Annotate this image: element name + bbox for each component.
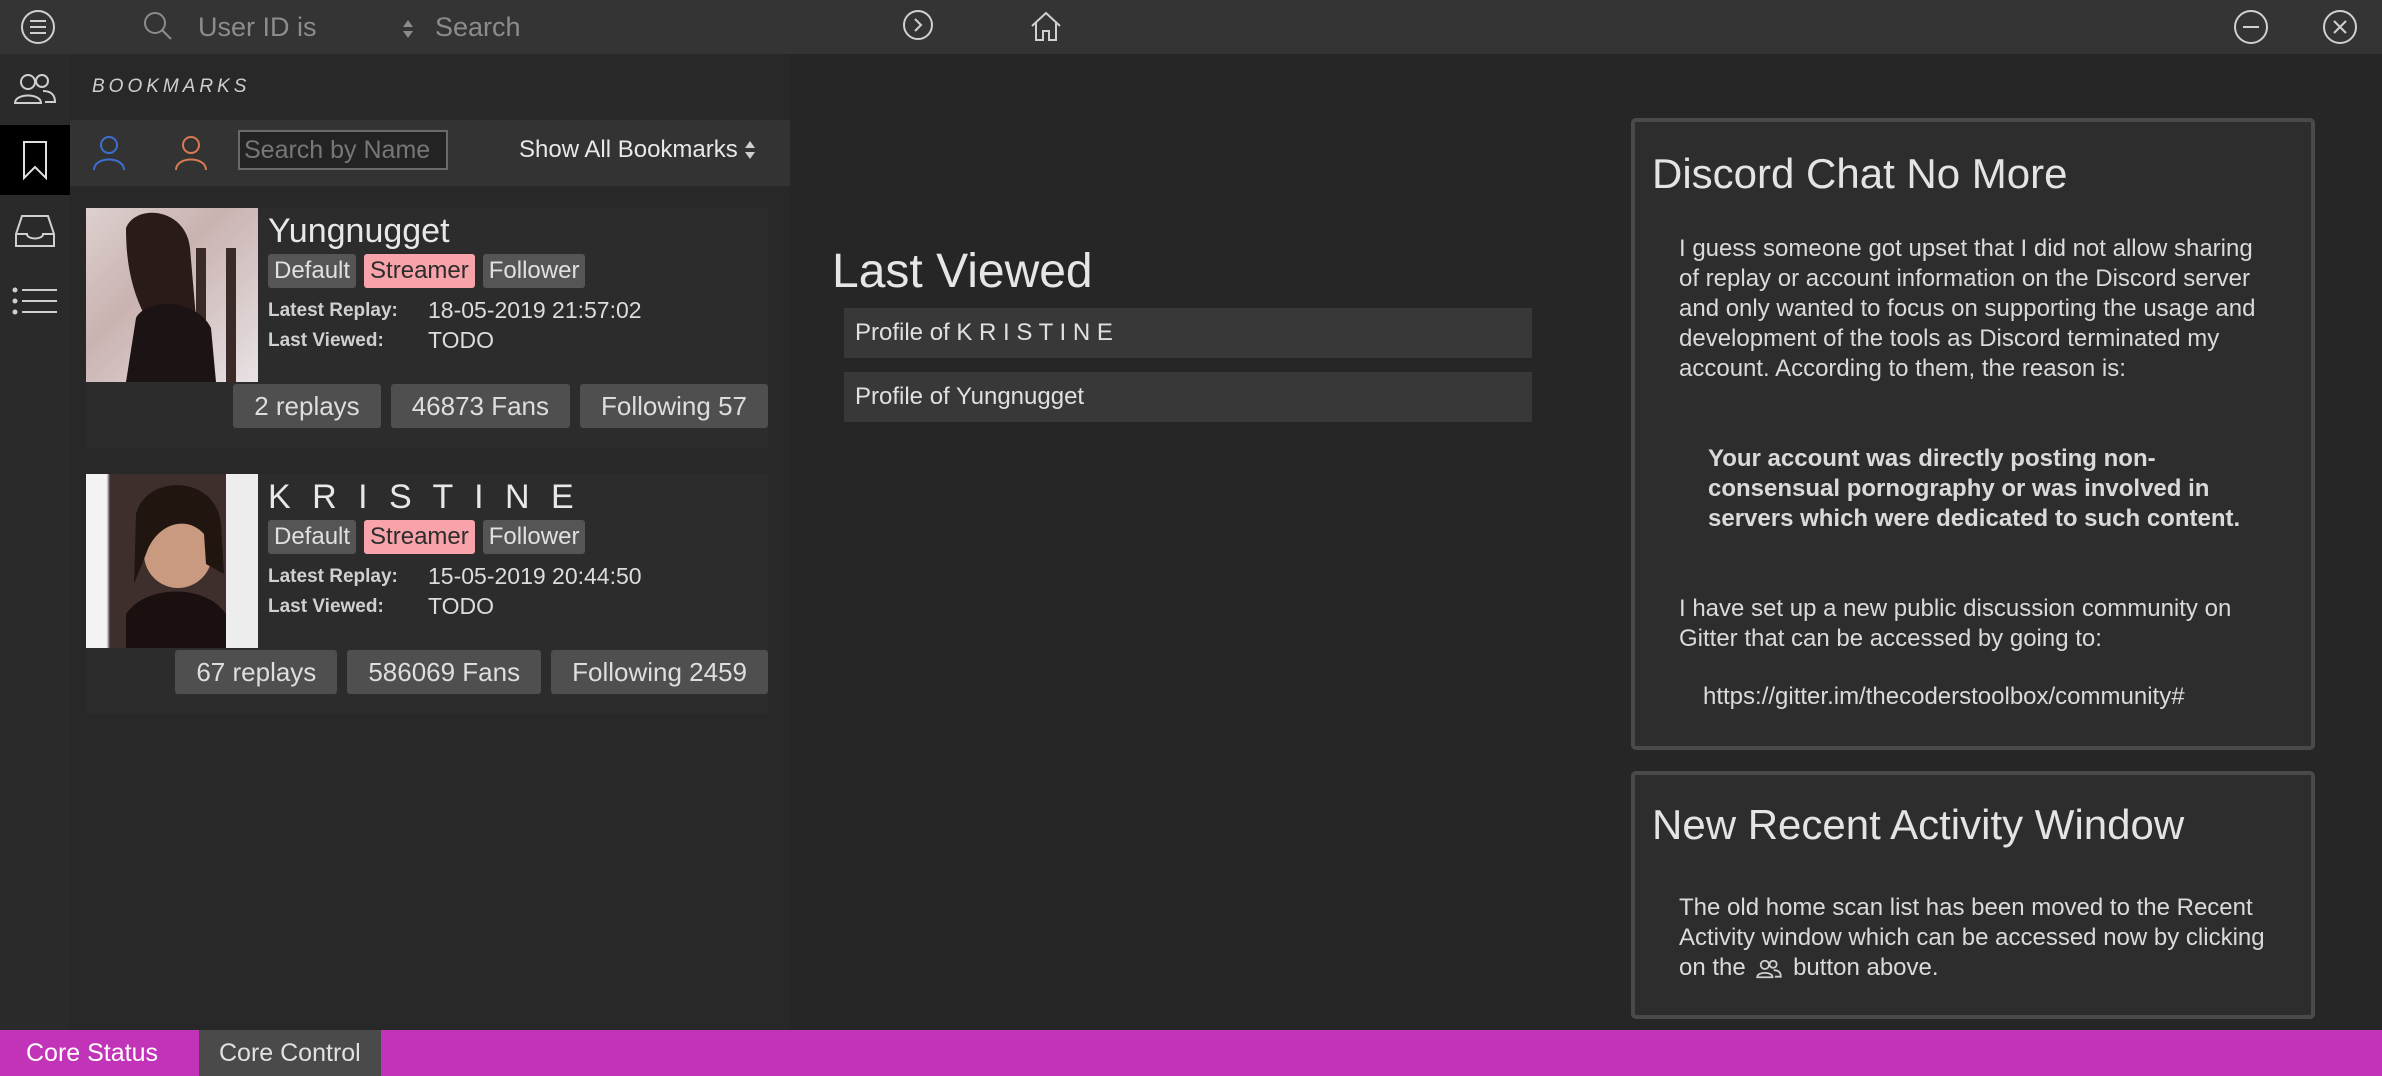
news-paragraph: I guess someone got upset that I did not… xyxy=(1679,235,2256,382)
bookmark-card[interactable]: Yungnugget Default Streamer Follower Lat… xyxy=(86,208,768,448)
hamburger-menu-icon[interactable] xyxy=(20,9,56,45)
tag-list: Default Streamer Follower xyxy=(268,520,586,554)
tab-core-status[interactable]: Core Status xyxy=(6,1030,178,1076)
bookmarks-toolbar: Show All Bookmarks xyxy=(70,120,790,186)
minimize-icon[interactable] xyxy=(2233,9,2269,45)
sort-arrows-icon xyxy=(744,139,756,161)
news-quote: Your account was directly posting non-co… xyxy=(1708,445,2241,532)
fans-button[interactable]: 586069 Fans xyxy=(347,650,542,694)
users-icon xyxy=(13,71,57,107)
gitter-link[interactable]: https://gitter.im/thecoderstoolbox/commu… xyxy=(1703,682,2303,712)
avatar[interactable] xyxy=(86,474,258,648)
bookmark-card[interactable]: K R I S T I N E Default Streamer Followe… xyxy=(86,474,768,714)
following-button[interactable]: Following 57 xyxy=(580,384,768,428)
tab-core-control[interactable]: Core Control xyxy=(199,1030,381,1076)
user-filter-blue-icon[interactable] xyxy=(92,134,126,172)
news-title: Discord Chat No More xyxy=(1652,150,2068,197)
close-icon[interactable] xyxy=(2322,9,2358,45)
latest-replay-value: 15-05-2019 20:44:50 xyxy=(428,563,642,589)
nav-recent-activity[interactable] xyxy=(0,54,70,124)
fans-button[interactable]: 46873 Fans xyxy=(390,384,571,428)
news-paragraph: I have set up a new public discussion co… xyxy=(1679,595,2232,652)
search-input[interactable]: Search xyxy=(435,12,521,43)
last-viewed-value: TODO xyxy=(428,327,495,353)
bookmark-search-input[interactable] xyxy=(238,130,448,170)
tag-streamer[interactable]: Streamer xyxy=(364,520,475,554)
last-viewed-label: Last Viewed: xyxy=(268,330,384,351)
nav-list[interactable] xyxy=(0,266,70,336)
news-card-discord: Discord Chat No More I guess someone got… xyxy=(1631,118,2315,750)
tag-default[interactable]: Default xyxy=(268,520,357,554)
avatar[interactable] xyxy=(86,208,258,382)
search-field-label[interactable]: User ID is xyxy=(198,12,317,43)
inbox-tray-icon xyxy=(14,212,56,250)
last-viewed-item[interactable]: Profile of Yungnugget xyxy=(844,372,1532,422)
following-button[interactable]: Following 2459 xyxy=(551,650,768,694)
bookmark-name[interactable]: K R I S T I N E xyxy=(268,478,580,517)
go-forward-icon[interactable] xyxy=(901,8,935,42)
nav-inbox[interactable] xyxy=(0,196,70,266)
replays-button[interactable]: 67 replays xyxy=(175,650,338,694)
latest-replay-label: Latest Replay: xyxy=(268,300,398,321)
tag-default[interactable]: Default xyxy=(268,254,357,288)
users-icon xyxy=(1756,958,1783,980)
tag-follower[interactable]: Follower xyxy=(482,520,586,554)
search-icon xyxy=(140,8,176,44)
tag-streamer[interactable]: Streamer xyxy=(364,254,475,288)
bookmarks-panel: BOOKMARKS Show All Bookmarks Yungnu xyxy=(70,54,790,1030)
bookmarks-title: BOOKMARKS xyxy=(92,76,251,97)
nav-bookmarks[interactable] xyxy=(0,125,70,195)
status-bar: Core Status Core Control xyxy=(0,1030,2382,1076)
bookmark-filter-value: Show All Bookmarks xyxy=(519,136,738,163)
news-text: button above. xyxy=(1793,954,1939,981)
stats-row: 67 replays 586069 Fans Following 2459 xyxy=(175,650,768,694)
last-viewed-item[interactable]: Profile of K R I S T I N E xyxy=(844,308,1532,358)
last-viewed-title: Last Viewed xyxy=(832,245,1093,298)
last-viewed-label: Last Viewed: xyxy=(268,596,384,617)
bookmark-icon xyxy=(20,139,50,181)
tag-list: Default Streamer Follower xyxy=(268,254,586,288)
bookmark-filter-select[interactable]: Show All Bookmarks xyxy=(519,136,756,164)
latest-replay-label: Latest Replay: xyxy=(268,566,398,587)
user-filter-orange-icon[interactable] xyxy=(174,134,208,172)
news-card-recent-activity: New Recent Activity Window The old home … xyxy=(1631,771,2315,1019)
sort-arrows-icon[interactable] xyxy=(398,16,418,42)
top-bar: User ID is Search xyxy=(0,0,2382,54)
list-icon xyxy=(12,285,58,317)
replays-button[interactable]: 2 replays xyxy=(233,384,381,428)
tag-follower[interactable]: Follower xyxy=(482,254,586,288)
last-viewed-value: TODO xyxy=(428,593,495,619)
home-icon[interactable] xyxy=(1028,8,1064,44)
news-title: New Recent Activity Window xyxy=(1652,801,2185,848)
news-paragraph: The old home scan list has been moved to… xyxy=(1679,893,2269,983)
bookmark-name[interactable]: Yungnugget xyxy=(268,212,450,251)
latest-replay-value: 18-05-2019 21:57:02 xyxy=(428,297,642,323)
left-nav xyxy=(0,54,70,1030)
stats-row: 2 replays 46873 Fans Following 57 xyxy=(233,384,768,428)
